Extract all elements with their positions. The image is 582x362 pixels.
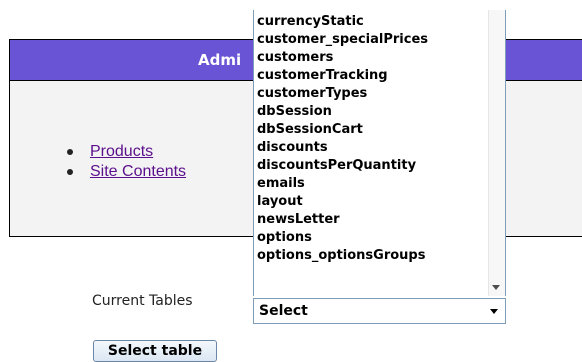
chevron-down-icon[interactable] xyxy=(490,309,498,314)
select-value: Select xyxy=(259,303,308,319)
dropdown-option[interactable]: emails xyxy=(257,175,428,193)
dropdown-option[interactable]: layout xyxy=(257,193,428,211)
tables-select[interactable]: Select xyxy=(253,298,506,324)
dropdown-option[interactable]: dbSession xyxy=(257,103,428,121)
list-item: Products xyxy=(64,142,186,162)
scroll-down-icon[interactable] xyxy=(492,285,500,290)
dropdown-option[interactable]: options xyxy=(257,229,428,247)
bullet-icon xyxy=(67,169,73,175)
dropdown-option[interactable]: dbSessionCart xyxy=(257,121,428,139)
dropdown-option[interactable]: customers xyxy=(257,49,428,67)
dropdown-option[interactable]: options_optionsGroups xyxy=(257,247,428,265)
bullet-icon xyxy=(67,149,73,155)
dropdown-option[interactable]: customer_specialPrices xyxy=(257,31,428,49)
dropdown-options: currencyStatic customer_specialPrices cu… xyxy=(257,13,428,265)
site-contents-link[interactable]: Site Contents xyxy=(90,163,186,180)
select-table-button[interactable]: Select table xyxy=(93,340,217,362)
dropdown-option[interactable]: customerTypes xyxy=(257,85,428,103)
dropdown-option[interactable]: newsLetter xyxy=(257,211,428,229)
products-link[interactable]: Products xyxy=(90,143,153,160)
dropdown-option[interactable]: customerTracking xyxy=(257,67,428,85)
current-tables-label: Current Tables xyxy=(92,293,193,309)
dropdown-scrollbar[interactable] xyxy=(488,10,505,296)
dropdown-option[interactable]: currencyStatic xyxy=(257,13,428,31)
dropdown-option[interactable]: discountsPerQuantity xyxy=(257,157,428,175)
list-item: Site Contents xyxy=(64,162,186,182)
dropdown-option[interactable]: discounts xyxy=(257,139,428,157)
tables-dropdown-list[interactable]: currencyStatic customer_specialPrices cu… xyxy=(253,10,506,296)
admin-links-list: Products Site Contents xyxy=(64,142,186,182)
